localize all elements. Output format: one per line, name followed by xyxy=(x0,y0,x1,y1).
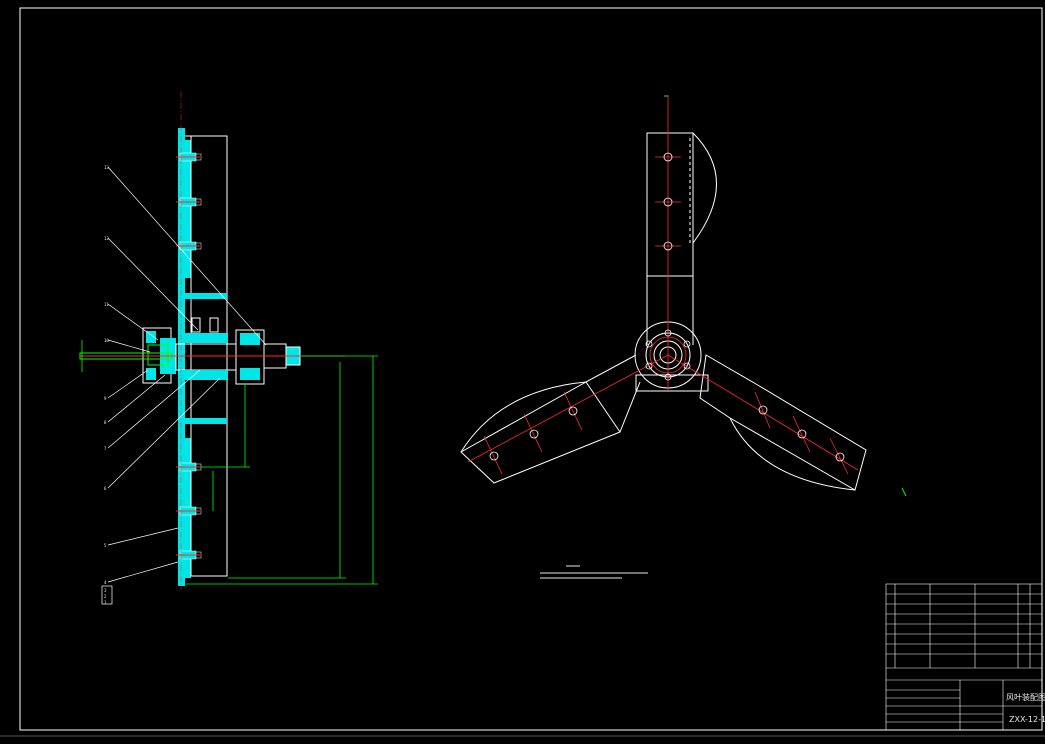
view-mark-right xyxy=(901,487,907,497)
balloon-2: 2 xyxy=(104,594,107,599)
front-centerlines xyxy=(467,95,859,475)
balloon-12: 12 xyxy=(104,236,109,241)
balloon-7: 7 xyxy=(104,446,107,451)
technical-notes xyxy=(540,565,648,579)
title-block xyxy=(885,583,1043,731)
balloon-5: 5 xyxy=(104,543,107,548)
front-view xyxy=(460,95,907,497)
drawing-number: ZXX-12-1 xyxy=(1009,715,1045,724)
balloon-10: 10 xyxy=(104,338,109,343)
blade-right xyxy=(699,354,867,491)
blade-bolt-holes xyxy=(489,152,845,462)
cad-drawing-canvas: 13 12 11 10 9 8 7 6 5 4 3 2 1 风叶装配图 ZXX-… xyxy=(0,7,1045,737)
balloon-11: 11 xyxy=(104,302,109,307)
lower-rib xyxy=(185,418,227,424)
hub-assembly xyxy=(79,317,301,385)
dimension-lines xyxy=(81,340,378,585)
drawing-name: 风叶装配图 xyxy=(1006,692,1045,702)
balloon-3: 3 xyxy=(104,588,107,593)
blade-left xyxy=(460,354,641,484)
balloon-8: 8 xyxy=(104,420,107,425)
blade-vertical xyxy=(646,132,717,345)
balloon-9: 9 xyxy=(104,396,107,401)
section-view: 13 12 11 10 9 8 7 6 5 4 3 2 1 xyxy=(79,92,378,605)
vertical-plate xyxy=(178,128,185,586)
balloon-labels: 13 12 11 10 9 8 7 6 5 4 3 2 1 xyxy=(104,165,109,605)
balloon-13: 13 xyxy=(104,165,109,170)
hub-icon xyxy=(634,321,709,392)
balloon-4: 4 xyxy=(104,580,107,585)
balloon-6: 6 xyxy=(104,486,107,491)
